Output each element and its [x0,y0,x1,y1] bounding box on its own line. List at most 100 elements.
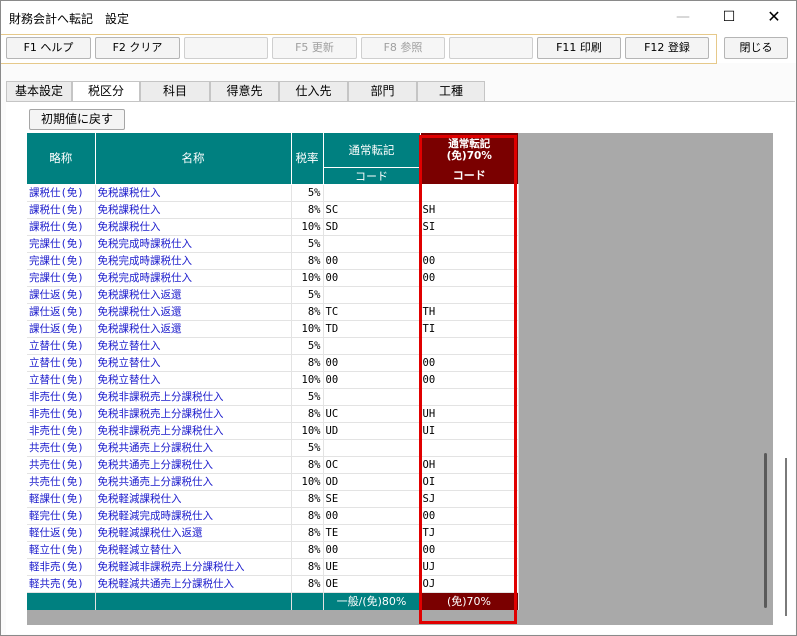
table-row[interactable]: 軽課仕(免) 免税軽減課税仕入 8% SE SJ [27,490,519,508]
cell-exempt-code[interactable]: 00 [420,541,519,559]
table-row[interactable]: 完課仕(免) 免税完成時課税仕入 10% 00 00 [27,269,519,287]
table-row[interactable]: 課仕返(免) 免税課税仕入返還 10% TD TI [27,320,519,338]
cell-exempt-code[interactable]: 00 [420,252,519,270]
tab-department[interactable]: 部門 [348,81,417,101]
table-row[interactable]: 課税仕(免) 免税課税仕入 5% [27,184,519,202]
col-header-name[interactable]: 名称 [95,133,292,185]
table-row[interactable]: 立替仕(免) 免税立替仕入 8% 00 00 [27,354,519,372]
f8-reference-button[interactable]: F8 参照 [361,37,445,59]
grid-vertical-scrollbar[interactable] [760,133,773,625]
table-row[interactable]: 共売仕(免) 免税共通売上分課税仕入 8% OC OH [27,456,519,474]
panel-scroll-thumb[interactable] [785,458,787,616]
cell-exempt-code[interactable]: 00 [420,371,519,389]
table-row[interactable]: 共売仕(免) 免税共通売上分課税仕入 5% [27,439,519,457]
table-row[interactable]: 軽共売(免) 免税軽減共通売上分課税仕入 8% OE OJ [27,575,519,593]
cell-normal-code[interactable]: 00 [323,269,421,287]
cell-normal-code[interactable] [323,439,421,457]
cell-normal-code[interactable] [323,235,421,253]
table-row[interactable]: 共売仕(免) 免税共通売上分課税仕入 10% OD OI [27,473,519,491]
table-row[interactable]: 軽完仕(免) 免税軽減完成時課税仕入 8% 00 00 [27,507,519,525]
cell-exempt-code[interactable]: UI [420,422,519,440]
panel-vertical-scrollbar[interactable] [778,102,795,634]
cell-exempt-code[interactable] [420,184,519,202]
tab-customer[interactable]: 得意先 [210,81,279,101]
cell-normal-code[interactable]: SC [323,201,421,219]
cell-exempt-code[interactable]: UJ [420,558,519,576]
tab-basic-settings[interactable]: 基本設定 [6,81,72,101]
col-header-normal[interactable]: 通常転記 [323,133,421,168]
cell-normal-code[interactable]: 00 [323,507,421,525]
cell-exempt-code[interactable]: OJ [420,575,519,593]
cell-normal-code[interactable] [323,388,421,406]
cell-normal-code[interactable]: SE [323,490,421,508]
cell-normal-code[interactable] [323,184,421,202]
tab-account[interactable]: 科目 [140,81,210,101]
cell-exempt-code[interactable]: 00 [420,507,519,525]
cell-normal-code[interactable]: OE [323,575,421,593]
cell-normal-code[interactable]: 00 [323,371,421,389]
cell-exempt-code[interactable]: SH [420,201,519,219]
cell-exempt-code[interactable] [420,235,519,253]
table-row[interactable]: 軽立仕(免) 免税軽減立替仕入 8% 00 00 [27,541,519,559]
col-header-normal-code[interactable]: コード [323,167,421,185]
f2-clear-button[interactable]: F2 クリア [95,37,180,59]
cell-normal-code[interactable] [323,286,421,304]
cell-normal-code[interactable]: TC [323,303,421,321]
f5-update-button[interactable]: F5 更新 [272,37,357,59]
cell-exempt-code[interactable] [420,286,519,304]
col-header-exempt[interactable]: 通常転記 (免)70% [420,133,518,167]
cell-exempt-code[interactable]: UH [420,405,519,423]
table-row[interactable]: 立替仕(免) 免税立替仕入 10% 00 00 [27,371,519,389]
cell-normal-code[interactable]: 00 [323,354,421,372]
cell-exempt-code[interactable] [420,388,519,406]
cell-normal-code[interactable]: UD [323,422,421,440]
close-icon[interactable]: ✕ [751,1,796,33]
cell-normal-code[interactable]: UE [323,558,421,576]
table-row[interactable]: 非売仕(免) 免税非課税売上分課税仕入 5% [27,388,519,406]
minimize-icon[interactable]: — [660,1,706,33]
maximize-icon[interactable]: ☐ [706,1,752,33]
table-row[interactable]: 非売仕(免) 免税非課税売上分課税仕入 10% UD UI [27,422,519,440]
table-row[interactable]: 立替仕(免) 免税立替仕入 5% [27,337,519,355]
col-header-abbr[interactable]: 略称 [27,133,96,185]
f9-empty-button[interactable] [449,37,533,59]
table-row[interactable]: 課税仕(免) 免税課税仕入 8% SC SH [27,201,519,219]
cell-normal-code[interactable] [323,337,421,355]
cell-exempt-code[interactable]: SI [420,218,519,236]
cell-exempt-code[interactable]: TJ [420,524,519,542]
table-row[interactable]: 軽仕返(免) 免税軽減課税仕入返還 8% TE TJ [27,524,519,542]
table-row[interactable]: 課仕返(免) 免税課税仕入返還 5% [27,286,519,304]
col-header-exempt-code[interactable]: コード [420,167,518,184]
tab-work-type[interactable]: 工種 [417,81,485,101]
cell-exempt-code[interactable]: 00 [420,354,519,372]
cell-exempt-code[interactable]: TH [420,303,519,321]
f3-empty-button[interactable] [184,37,268,59]
cell-normal-code[interactable]: TD [323,320,421,338]
cell-normal-code[interactable]: OC [323,456,421,474]
cell-exempt-code[interactable] [420,337,519,355]
table-row[interactable]: 完課仕(免) 免税完成時課税仕入 8% 00 00 [27,252,519,270]
tab-supplier[interactable]: 仕入先 [279,81,348,101]
cell-normal-code[interactable]: 00 [323,541,421,559]
cell-exempt-code[interactable]: SJ [420,490,519,508]
col-header-rate[interactable]: 税率 [291,133,324,185]
cell-normal-code[interactable]: UC [323,405,421,423]
table-row[interactable]: 課税仕(免) 免税課税仕入 10% SD SI [27,218,519,236]
cell-exempt-code[interactable]: OH [420,456,519,474]
cell-normal-code[interactable]: 00 [323,252,421,270]
cell-exempt-code[interactable]: 00 [420,269,519,287]
reset-defaults-button[interactable]: 初期値に戻す [29,109,125,130]
cell-exempt-code[interactable]: OI [420,473,519,491]
table-row[interactable]: 完課仕(免) 免税完成時課税仕入 5% [27,235,519,253]
grid-scroll-thumb[interactable] [764,453,767,608]
cell-exempt-code[interactable] [420,439,519,457]
cell-normal-code[interactable]: TE [323,524,421,542]
table-row[interactable]: 軽非売(免) 免税軽減非課税売上分課税仕入 8% UE UJ [27,558,519,576]
f11-print-button[interactable]: F11 印刷 [537,37,621,59]
cell-normal-code[interactable]: OD [323,473,421,491]
table-row[interactable]: 非売仕(免) 免税非課税売上分課税仕入 8% UC UH [27,405,519,423]
f1-help-button[interactable]: F1 ヘルプ [6,37,91,59]
cell-exempt-code[interactable]: TI [420,320,519,338]
f12-register-button[interactable]: F12 登録 [625,37,709,59]
cell-normal-code[interactable]: SD [323,218,421,236]
